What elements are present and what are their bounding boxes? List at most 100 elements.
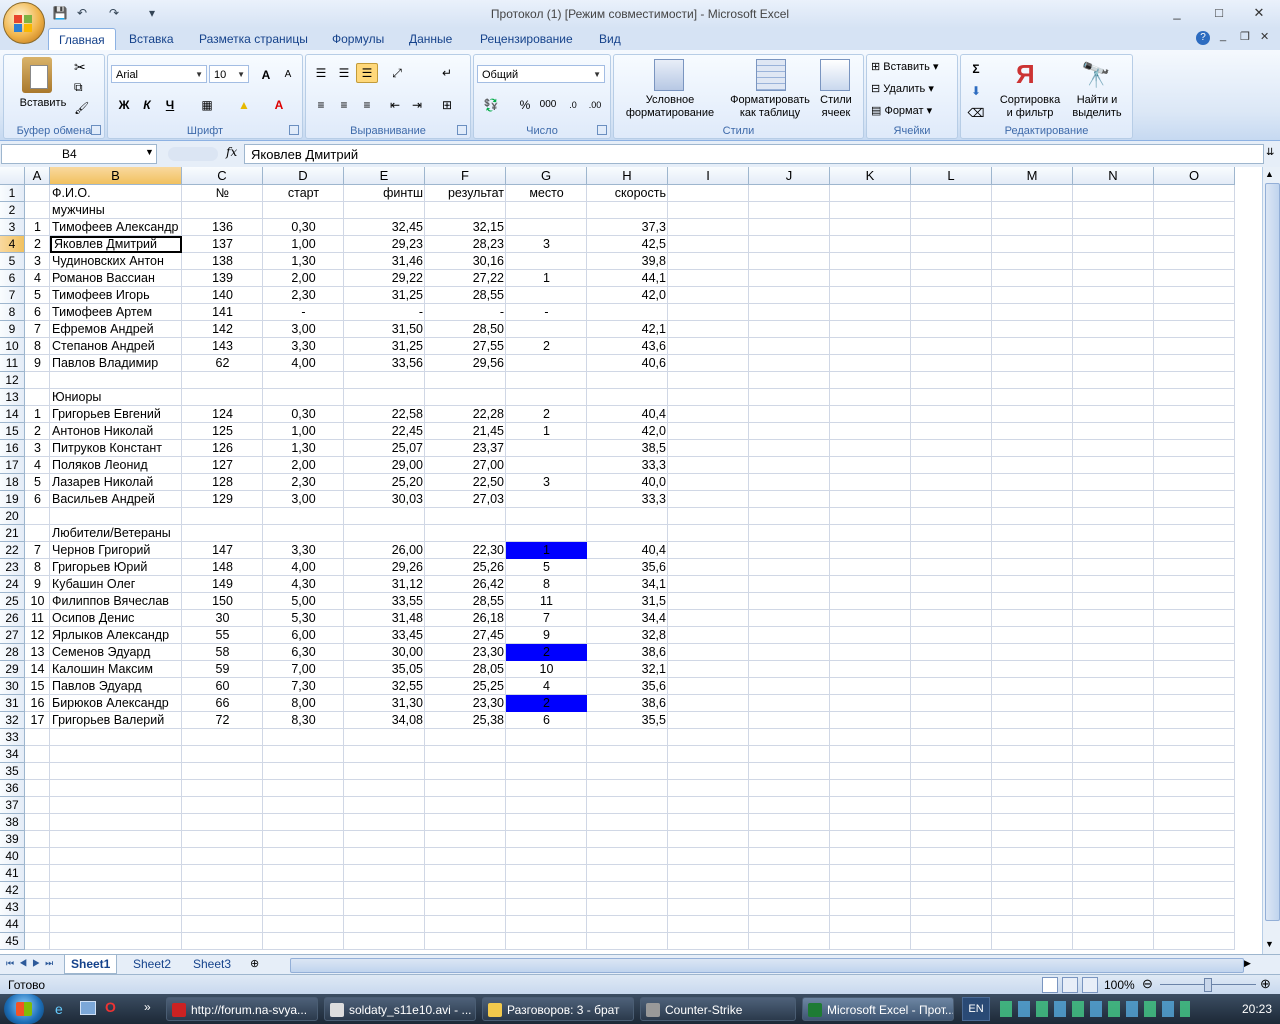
- cell-a9[interactable]: 7: [25, 321, 50, 338]
- cell-h31[interactable]: 38,6: [587, 695, 668, 712]
- close-button[interactable]: ✕: [1246, 5, 1272, 21]
- cell-b14[interactable]: Григорьев Евгений: [50, 406, 182, 423]
- cell-a39[interactable]: [25, 831, 50, 848]
- cell-h19[interactable]: 33,3: [587, 491, 668, 508]
- cell-h5[interactable]: 39,8: [587, 253, 668, 270]
- cell-a36[interactable]: [25, 780, 50, 797]
- cell-g28[interactable]: 2: [506, 644, 587, 661]
- cell-g41[interactable]: [506, 865, 587, 882]
- language-indicator[interactable]: EN: [962, 997, 990, 1021]
- cell-c14[interactable]: 124: [182, 406, 263, 423]
- cell-g35[interactable]: [506, 763, 587, 780]
- cell-h33[interactable]: [587, 729, 668, 746]
- clipboard-launcher-icon[interactable]: [91, 125, 101, 135]
- column-header-b[interactable]: B: [50, 167, 182, 185]
- cell-b41[interactable]: [50, 865, 182, 882]
- cell-a25[interactable]: 10: [25, 593, 50, 610]
- row-header[interactable]: 5: [0, 253, 25, 270]
- cell-b1[interactable]: Ф.И.О.: [50, 185, 182, 202]
- cell-f35[interactable]: [425, 763, 506, 780]
- cell-g3[interactable]: [506, 219, 587, 236]
- cell-d22[interactable]: 3,30: [263, 542, 344, 559]
- cell-e41[interactable]: [344, 865, 425, 882]
- cell-c26[interactable]: 30: [182, 610, 263, 627]
- cell-d38[interactable]: [263, 814, 344, 831]
- thousands-button[interactable]: 000: [537, 95, 559, 115]
- cell-c5[interactable]: 138: [182, 253, 263, 270]
- cell-d7[interactable]: 2,30: [263, 287, 344, 304]
- cell-c18[interactable]: 128: [182, 474, 263, 491]
- cell-c30[interactable]: 60: [182, 678, 263, 695]
- cell-b15[interactable]: Антонов Николай: [50, 423, 182, 440]
- cell-f17[interactable]: 27,00: [425, 457, 506, 474]
- row-header[interactable]: 34: [0, 746, 25, 763]
- format-as-table-button[interactable]: Форматировать как таблицу: [724, 94, 816, 120]
- cell-c45[interactable]: [182, 933, 263, 950]
- tab-insert[interactable]: Вставка: [119, 28, 184, 50]
- cell-h26[interactable]: 34,4: [587, 610, 668, 627]
- row-header[interactable]: 36: [0, 780, 25, 797]
- cell-b43[interactable]: [50, 899, 182, 916]
- cell-d18[interactable]: 2,30: [263, 474, 344, 491]
- cell-a11[interactable]: 9: [25, 355, 50, 372]
- cell-c41[interactable]: [182, 865, 263, 882]
- column-header-n[interactable]: N: [1073, 167, 1154, 185]
- cell-g6[interactable]: 1: [506, 270, 587, 287]
- cell-c29[interactable]: 59: [182, 661, 263, 678]
- cut-icon[interactable]: ✂: [74, 59, 86, 76]
- cell-d34[interactable]: [263, 746, 344, 763]
- cell-g30[interactable]: 4: [506, 678, 587, 695]
- cell-e30[interactable]: 32,55: [344, 678, 425, 695]
- cell-f27[interactable]: 27,45: [425, 627, 506, 644]
- cell-c1[interactable]: №: [182, 185, 263, 202]
- cell-h23[interactable]: 35,6: [587, 559, 668, 576]
- cell-c43[interactable]: [182, 899, 263, 916]
- cell-g22[interactable]: 1: [506, 542, 587, 559]
- row-header[interactable]: 3: [0, 219, 25, 236]
- cell-g17[interactable]: [506, 457, 587, 474]
- help-icon[interactable]: ?: [1196, 31, 1210, 45]
- cell-d37[interactable]: [263, 797, 344, 814]
- horizontal-scroll-thumb[interactable]: [290, 958, 1244, 973]
- cell-g1[interactable]: место: [506, 185, 587, 202]
- cell-a45[interactable]: [25, 933, 50, 950]
- zoom-level[interactable]: 100%: [1104, 978, 1135, 992]
- cell-f25[interactable]: 28,55: [425, 593, 506, 610]
- ribbon-close-icon[interactable]: ✕: [1260, 30, 1269, 43]
- cell-h29[interactable]: 32,1: [587, 661, 668, 678]
- row-header[interactable]: 21: [0, 525, 25, 542]
- cell-c27[interactable]: 55: [182, 627, 263, 644]
- row-header[interactable]: 30: [0, 678, 25, 695]
- cell-d33[interactable]: [263, 729, 344, 746]
- cell-e34[interactable]: [344, 746, 425, 763]
- cell-h44[interactable]: [587, 916, 668, 933]
- cell-d24[interactable]: 4,30: [263, 576, 344, 593]
- borders-icon[interactable]: ▦: [196, 95, 218, 115]
- cell-e24[interactable]: 31,12: [344, 576, 425, 593]
- row-header[interactable]: 26: [0, 610, 25, 627]
- cell-f43[interactable]: [425, 899, 506, 916]
- cell-b39[interactable]: [50, 831, 182, 848]
- cell-c20[interactable]: [182, 508, 263, 525]
- row-header[interactable]: 25: [0, 593, 25, 610]
- cell-b34[interactable]: [50, 746, 182, 763]
- font-size-select[interactable]: 10 ▼: [209, 65, 249, 83]
- cell-a35[interactable]: [25, 763, 50, 780]
- cell-b36[interactable]: [50, 780, 182, 797]
- merge-center-icon[interactable]: ⊞: [436, 95, 458, 115]
- cell-d10[interactable]: 3,30: [263, 338, 344, 355]
- cell-e16[interactable]: 25,07: [344, 440, 425, 457]
- cell-a14[interactable]: 1: [25, 406, 50, 423]
- cell-f1[interactable]: результат: [425, 185, 506, 202]
- cell-f24[interactable]: 26,42: [425, 576, 506, 593]
- copy-icon[interactable]: ⧉: [74, 80, 83, 95]
- cell-h42[interactable]: [587, 882, 668, 899]
- cell-c4[interactable]: 137: [182, 236, 263, 253]
- cell-e20[interactable]: [344, 508, 425, 525]
- row-header[interactable]: 33: [0, 729, 25, 746]
- cell-a10[interactable]: 8: [25, 338, 50, 355]
- row-header[interactable]: 39: [0, 831, 25, 848]
- cell-g40[interactable]: [506, 848, 587, 865]
- tab-page-layout[interactable]: Разметка страницы: [189, 28, 318, 50]
- cell-c15[interactable]: 125: [182, 423, 263, 440]
